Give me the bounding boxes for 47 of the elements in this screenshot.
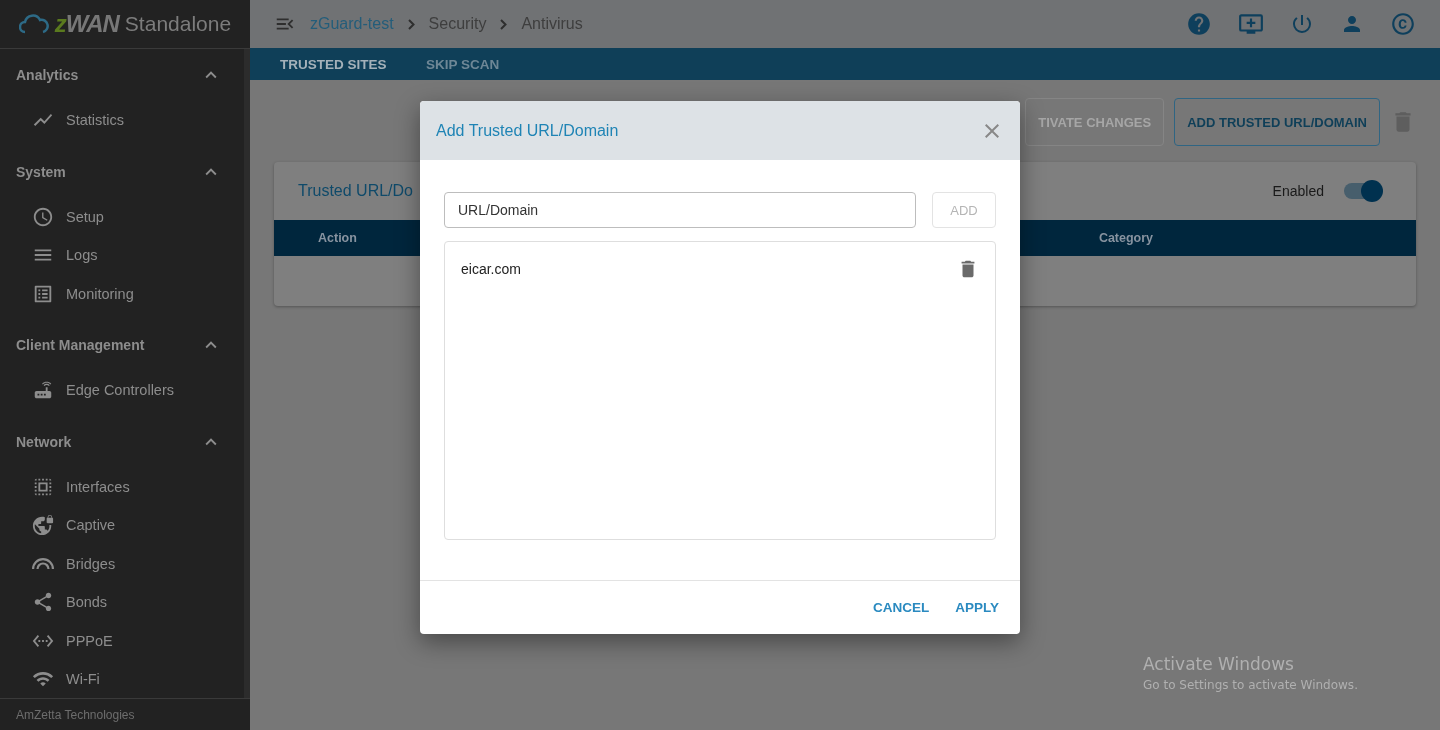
section-header[interactable]: Network <box>0 415 244 468</box>
chevron-right-icon <box>500 18 508 30</box>
help-icon[interactable] <box>1186 11 1212 37</box>
section-header[interactable]: System <box>0 145 244 198</box>
monitor-plus-icon[interactable] <box>1238 11 1264 37</box>
cloud-icon <box>18 14 49 34</box>
tab[interactable]: TRUSTED SITES <box>280 48 426 80</box>
clock-icon <box>32 205 54 228</box>
nav-item[interactable]: PPPoE <box>0 621 244 660</box>
nav-item[interactable]: Statistics <box>0 101 244 140</box>
nav-item[interactable]: Monitoring <box>0 274 244 313</box>
input-field[interactable]: URL/Domain <box>444 192 916 228</box>
nav-item[interactable]: Interfaces <box>0 467 244 506</box>
toggle-switch[interactable] <box>1344 183 1382 199</box>
section-header[interactable]: Client Management <box>0 319 244 371</box>
nav-item[interactable]: Logs <box>0 236 244 275</box>
notice-title: Activate Windows <box>1143 654 1295 674</box>
power-icon[interactable] <box>1290 12 1314 36</box>
toggle-label: Enabled <box>1272 183 1324 199</box>
list-entry: eicar.com <box>461 261 521 277</box>
dialog-button[interactable]: CANCEL <box>861 592 941 623</box>
section-header[interactable]: Analytics <box>0 49 244 101</box>
section-title: Network <box>16 433 72 450</box>
product-name: Standalone <box>124 12 232 36</box>
section-title: Analytics <box>16 67 79 83</box>
nav-item[interactable]: Edge Controllers <box>0 371 244 410</box>
dialog-title: Add Trusted URL/Domain <box>436 121 619 140</box>
logo-text: zWAN <box>54 10 119 38</box>
action-button[interactable]: ADD TRUSTED URL/DOMAIN <box>1174 98 1380 146</box>
arcs-icon <box>32 558 54 570</box>
nav-item[interactable]: Bridges <box>0 544 244 583</box>
globe-lock-icon <box>32 514 54 537</box>
section-title: Client Management <box>16 337 145 353</box>
nav-item[interactable]: Captive <box>0 506 244 545</box>
card-title: Trusted URL/Do <box>298 182 413 200</box>
nav-item[interactable]: Bonds <box>0 583 244 622</box>
tab[interactable]: SKIP SCAN <box>426 48 572 80</box>
column-header: Category <box>1098 231 1154 245</box>
notice-text: Go to Settings to activate Windows. <box>1143 678 1358 692</box>
section-title: System <box>16 163 66 180</box>
chevron-right-icon <box>407 18 415 30</box>
dialog-button[interactable]: APPLY <box>944 592 1010 623</box>
nav-item[interactable]: Setup <box>0 197 244 236</box>
share-icon <box>32 591 54 614</box>
copyright-icon[interactable] <box>1390 11 1416 37</box>
column-header: Action <box>318 231 357 245</box>
nav-item[interactable]: Wi-Fi <box>0 660 244 698</box>
